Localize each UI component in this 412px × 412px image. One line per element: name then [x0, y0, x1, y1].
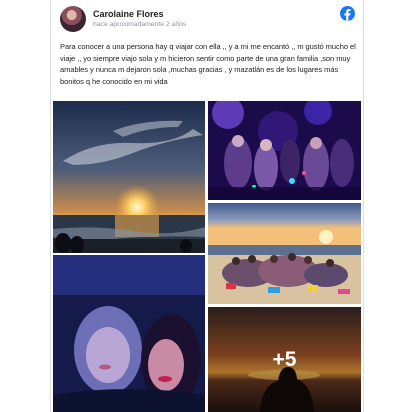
photo-sunset-silhouette[interactable]: +5 — [208, 307, 361, 412]
author-name[interactable]: Carolaine Flores — [93, 9, 164, 19]
party-crowd-photo — [208, 101, 361, 200]
photo-selfie[interactable] — [53, 255, 205, 412]
more-photos-overlay[interactable]: +5 — [208, 307, 361, 412]
sunset-beach-photo — [53, 101, 205, 253]
selfie-photo — [53, 255, 205, 412]
photo-beach-group[interactable] — [208, 203, 361, 304]
beach-group-photo — [208, 203, 361, 304]
post-text: Para conocer a una persona hay q viajar … — [60, 42, 356, 87]
photo-sunset-beach[interactable] — [53, 101, 205, 253]
post-timestamp[interactable]: hace aproximadamente 2 años — [93, 21, 186, 28]
photo-party-crowd[interactable] — [208, 101, 361, 200]
facebook-post: Carolaine Flores hace aproximadamente 2 … — [50, 0, 364, 412]
facebook-icon[interactable] — [340, 6, 355, 21]
more-photos-count: +5 — [272, 347, 297, 371]
avatar[interactable] — [60, 6, 86, 32]
